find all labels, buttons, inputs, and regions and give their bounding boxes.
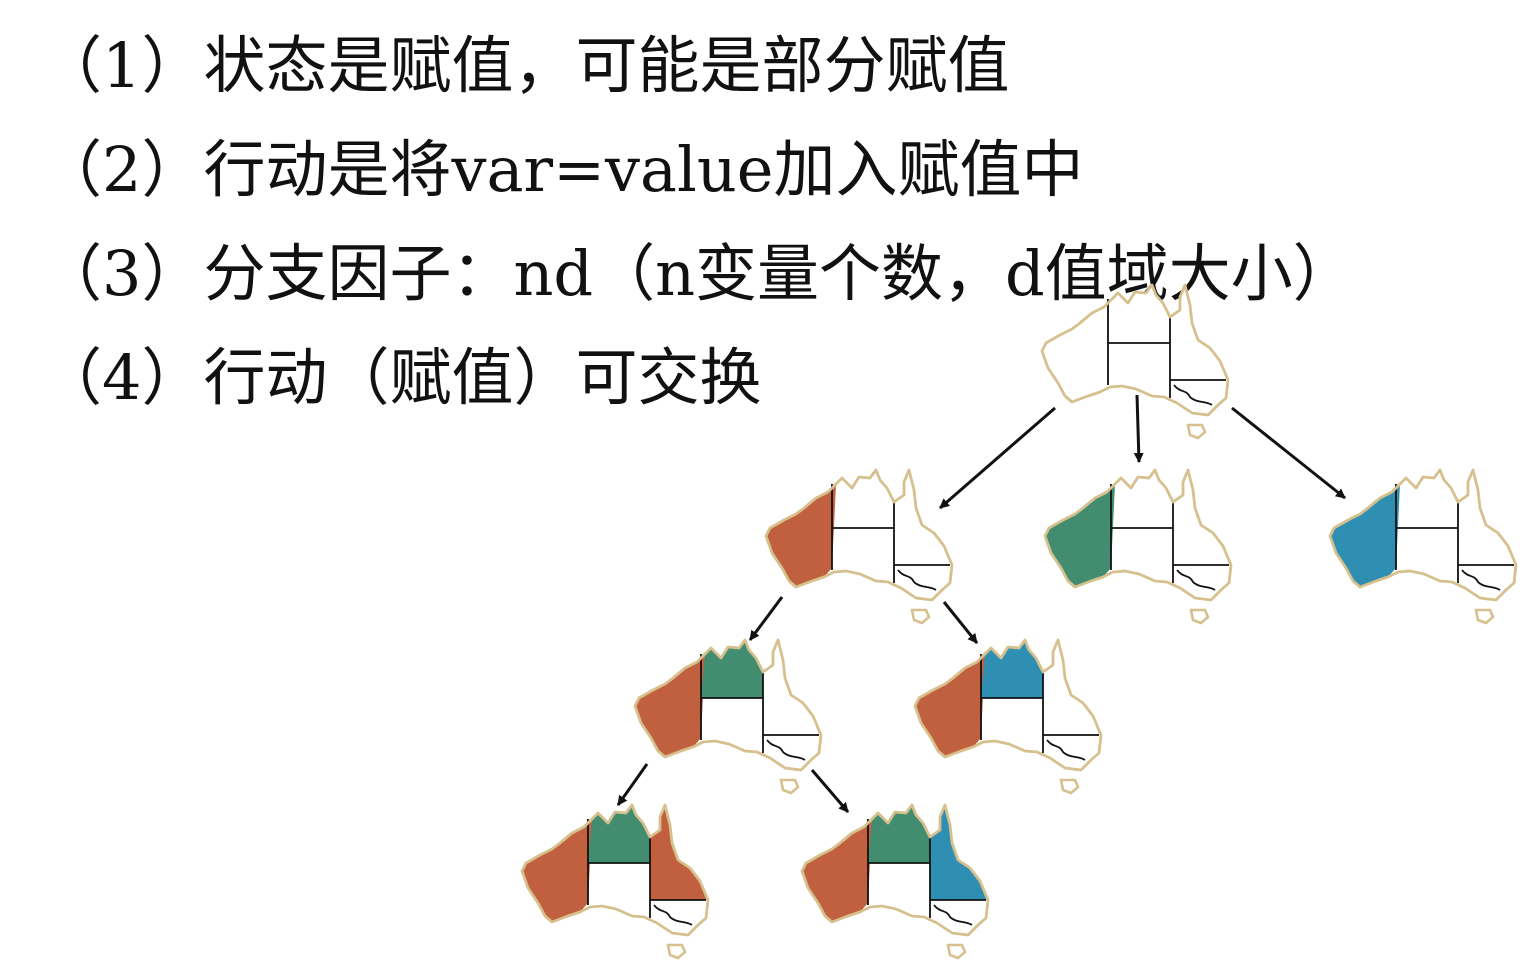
tasmania xyxy=(666,943,687,960)
map-node-wa-red-nt-blue xyxy=(913,638,1103,795)
region-wa-red xyxy=(522,819,592,922)
arrow-wa-red-nt-green-to-wa-red-nt-green-q-blue xyxy=(810,769,850,813)
arrow-wa-red-to-wa-red-nt-green xyxy=(748,596,784,641)
map-node-wa-green xyxy=(1043,468,1233,625)
region-wa-red xyxy=(915,654,985,757)
tasmania xyxy=(1474,608,1495,625)
tree-edges xyxy=(616,394,1346,813)
tasmania xyxy=(946,943,967,960)
map-coloring-search-tree xyxy=(520,283,1518,960)
tasmania xyxy=(779,778,800,795)
arrow-wa-red-nt-green-to-wa-red-nt-green-q-red xyxy=(616,763,649,806)
map-node-wa-red xyxy=(764,468,954,625)
arrow-wa-red-to-wa-red-nt-blue xyxy=(942,601,979,644)
arrow-root-to-wa-blue xyxy=(1231,406,1346,500)
arrow-root-to-wa-green xyxy=(1133,394,1144,463)
map-node-wa-blue xyxy=(1328,468,1518,625)
region-wa-blue xyxy=(1330,484,1400,587)
tasmania xyxy=(1186,423,1207,440)
map-node-wa-red-nt-green-q-blue xyxy=(800,803,990,960)
region-wa-red xyxy=(802,819,872,922)
tasmania xyxy=(910,608,931,625)
map-background xyxy=(1042,285,1228,415)
tree-nodes xyxy=(520,283,1518,960)
region-wa-red xyxy=(766,484,836,587)
arrow-root-to-wa-red xyxy=(939,406,1056,510)
map-node-root xyxy=(1040,283,1230,440)
map-node-wa-red-nt-green xyxy=(633,638,823,795)
tasmania xyxy=(1059,778,1080,795)
region-wa-green xyxy=(1045,484,1115,587)
tasmania xyxy=(1189,608,1210,625)
map-node-wa-red-nt-green-q-red xyxy=(520,803,710,960)
region-wa-red xyxy=(635,654,705,757)
